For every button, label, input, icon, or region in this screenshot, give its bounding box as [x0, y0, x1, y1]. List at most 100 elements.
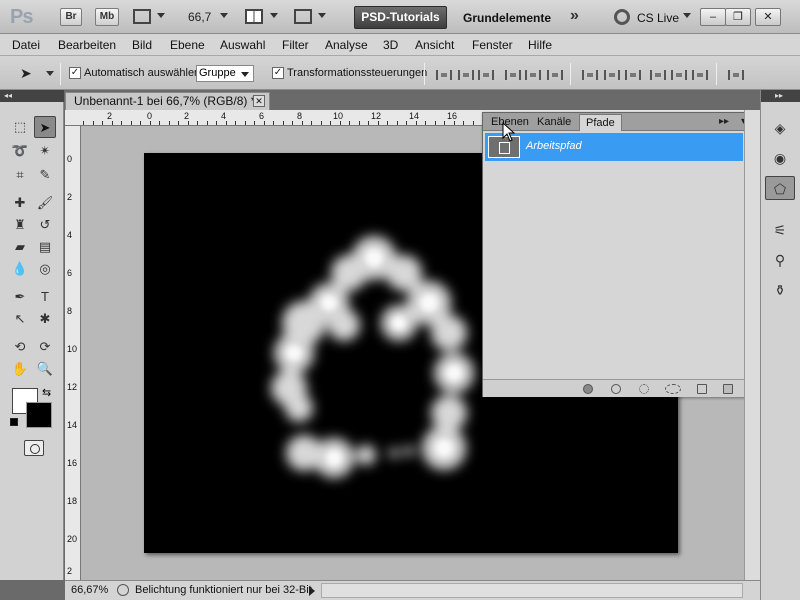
- chevron-down-icon[interactable]: [157, 13, 165, 18]
- delete-path-icon[interactable]: [723, 384, 733, 394]
- stamp-icon[interactable]: ⚱: [765, 278, 795, 302]
- distribute-horizontal-center-icon[interactable]: [671, 70, 687, 80]
- status-zoom[interactable]: 66,67%: [71, 584, 108, 596]
- fill-path-icon[interactable]: [583, 384, 593, 394]
- distribute-vertical-center-icon[interactable]: [604, 70, 620, 80]
- new-path-icon[interactable]: [697, 384, 707, 394]
- zoom-tool-icon[interactable]: 🔍: [34, 358, 56, 380]
- magic-wand-tool-icon[interactable]: ✴: [34, 140, 56, 162]
- align-horizontal-center-icon[interactable]: [525, 70, 541, 80]
- menu-analyse[interactable]: Analyse: [325, 38, 368, 52]
- status-info-icon[interactable]: [117, 584, 129, 596]
- chevron-down-icon[interactable]: [220, 13, 228, 18]
- auto-select-checkbox[interactable]: ✓: [69, 67, 81, 79]
- 3d-rotate-tool-icon[interactable]: ⟲: [9, 336, 31, 358]
- minimize-button[interactable]: –: [700, 8, 726, 26]
- load-path-as-selection-icon[interactable]: [639, 384, 649, 394]
- tools-panel-header[interactable]: ◂◂: [0, 90, 64, 102]
- align-vertical-center-icon[interactable]: [458, 70, 474, 80]
- eraser-tool-icon[interactable]: ▰: [9, 236, 31, 258]
- menu-hilfe[interactable]: Hilfe: [528, 38, 552, 52]
- path-name[interactable]: Arbeitspfad: [526, 140, 582, 152]
- healing-brush-tool-icon[interactable]: ✚: [9, 192, 31, 214]
- tab-kanaele[interactable]: Kanäle: [531, 114, 577, 131]
- status-menu-arrow-icon[interactable]: [309, 586, 315, 596]
- layers-icon[interactable]: ◈: [765, 116, 795, 140]
- workspace-grundelemente-button[interactable]: Grundelemente: [463, 11, 551, 25]
- extras-icon[interactable]: [133, 9, 151, 24]
- menu-ebene[interactable]: Ebene: [170, 38, 205, 52]
- align-top-icon[interactable]: [436, 70, 452, 80]
- pen-tool-icon[interactable]: ✒: [9, 286, 31, 308]
- menu-fenster[interactable]: Fenster: [472, 38, 513, 52]
- move-tool-icon[interactable]: ➤: [34, 116, 56, 138]
- swap-colors-icon[interactable]: ⇆: [42, 386, 51, 399]
- distribute-top-icon[interactable]: [582, 70, 598, 80]
- more-workspaces-button[interactable]: »: [570, 7, 579, 25]
- chevron-down-icon[interactable]: [46, 71, 54, 76]
- masks-icon[interactable]: ⚲: [765, 248, 795, 272]
- zoom-level[interactable]: 66,7: [188, 10, 211, 24]
- align-left-icon[interactable]: [505, 70, 521, 80]
- lasso-tool-icon[interactable]: ➰: [9, 140, 31, 162]
- make-work-path-icon[interactable]: [665, 384, 681, 394]
- chevron-down-icon[interactable]: [318, 13, 326, 18]
- channels-icon[interactable]: ◉: [765, 146, 795, 170]
- menu-3d[interactable]: 3D: [383, 38, 398, 52]
- custom-shape-tool-icon[interactable]: ✱: [34, 308, 56, 330]
- dock-header[interactable]: ▸▸: [761, 90, 800, 102]
- vertical-scrollbar[interactable]: [744, 110, 760, 580]
- path-row-arbeitspfad[interactable]: Arbeitspfad: [485, 133, 743, 161]
- adjustments-icon[interactable]: ⚟: [765, 218, 795, 242]
- mini-bridge-button[interactable]: Mb: [95, 8, 119, 26]
- menu-datei[interactable]: Datei: [12, 38, 40, 52]
- distribute-right-icon[interactable]: [692, 70, 708, 80]
- chevron-down-icon[interactable]: [270, 13, 278, 18]
- horizontal-scrollbar[interactable]: [321, 583, 743, 598]
- align-bottom-icon[interactable]: [478, 70, 494, 80]
- document-tab[interactable]: Unbenannt-1 bei 66,7% (RGB/8) * ✕: [65, 92, 270, 110]
- chevron-down-icon[interactable]: [683, 13, 691, 18]
- restore-button[interactable]: ❐: [725, 8, 751, 26]
- auto-align-layers-icon[interactable]: [728, 70, 744, 80]
- menu-auswahl[interactable]: Auswahl: [220, 38, 265, 52]
- stroke-path-icon[interactable]: [611, 384, 621, 394]
- marquee-tool-icon[interactable]: ⬚: [9, 116, 31, 138]
- close-icon[interactable]: ✕: [253, 95, 265, 107]
- screen-mode-icon[interactable]: [294, 9, 312, 24]
- dodge-tool-icon[interactable]: ◎: [34, 258, 56, 280]
- path-selection-tool-icon[interactable]: ↖: [9, 308, 31, 330]
- type-tool-icon[interactable]: T: [34, 286, 56, 308]
- vertical-ruler[interactable]: 0 2 4 6 8 10 12 14 16 18 20 2: [65, 126, 81, 580]
- align-right-icon[interactable]: [547, 70, 563, 80]
- bridge-button[interactable]: Br: [60, 8, 82, 26]
- distribute-left-icon[interactable]: [650, 70, 666, 80]
- history-brush-tool-icon[interactable]: ↺: [34, 214, 56, 236]
- quick-mask-icon[interactable]: [24, 440, 44, 456]
- default-colors-icon[interactable]: [10, 418, 18, 426]
- arrange-documents-icon[interactable]: [245, 9, 263, 24]
- background-color-swatch[interactable]: [26, 402, 52, 428]
- 3d-orbit-tool-icon[interactable]: ⟳: [34, 336, 56, 358]
- blur-tool-icon[interactable]: 💧: [9, 258, 31, 280]
- cs-live-icon[interactable]: [614, 9, 630, 25]
- hand-tool-icon[interactable]: ✋: [9, 358, 31, 380]
- clone-stamp-tool-icon[interactable]: ♜: [9, 214, 31, 236]
- auto-select-dropdown[interactable]: Gruppe: [196, 65, 254, 82]
- menu-bearbeiten[interactable]: Bearbeiten: [58, 38, 116, 52]
- eyedropper-tool-icon[interactable]: ✎: [34, 164, 56, 186]
- menu-ansicht[interactable]: Ansicht: [415, 38, 454, 52]
- transform-controls-checkbox[interactable]: ✓: [272, 67, 284, 79]
- gradient-tool-icon[interactable]: ▤: [34, 236, 56, 258]
- cs-live-menu[interactable]: CS Live: [637, 11, 679, 25]
- menu-bild[interactable]: Bild: [132, 38, 152, 52]
- workspace-psd-tutorials-button[interactable]: PSD-Tutorials: [354, 6, 447, 29]
- move-tool-preset-icon[interactable]: ➤: [20, 65, 32, 82]
- distribute-bottom-icon[interactable]: [625, 70, 641, 80]
- brush-tool-icon[interactable]: 🖌: [34, 192, 56, 214]
- panel-expand-icon[interactable]: ▸▸: [719, 116, 729, 127]
- close-window-button[interactable]: ✕: [755, 8, 781, 26]
- paths-icon[interactable]: ⬠: [765, 176, 795, 200]
- tab-pfade[interactable]: Pfade: [579, 114, 622, 131]
- menu-filter[interactable]: Filter: [282, 38, 309, 52]
